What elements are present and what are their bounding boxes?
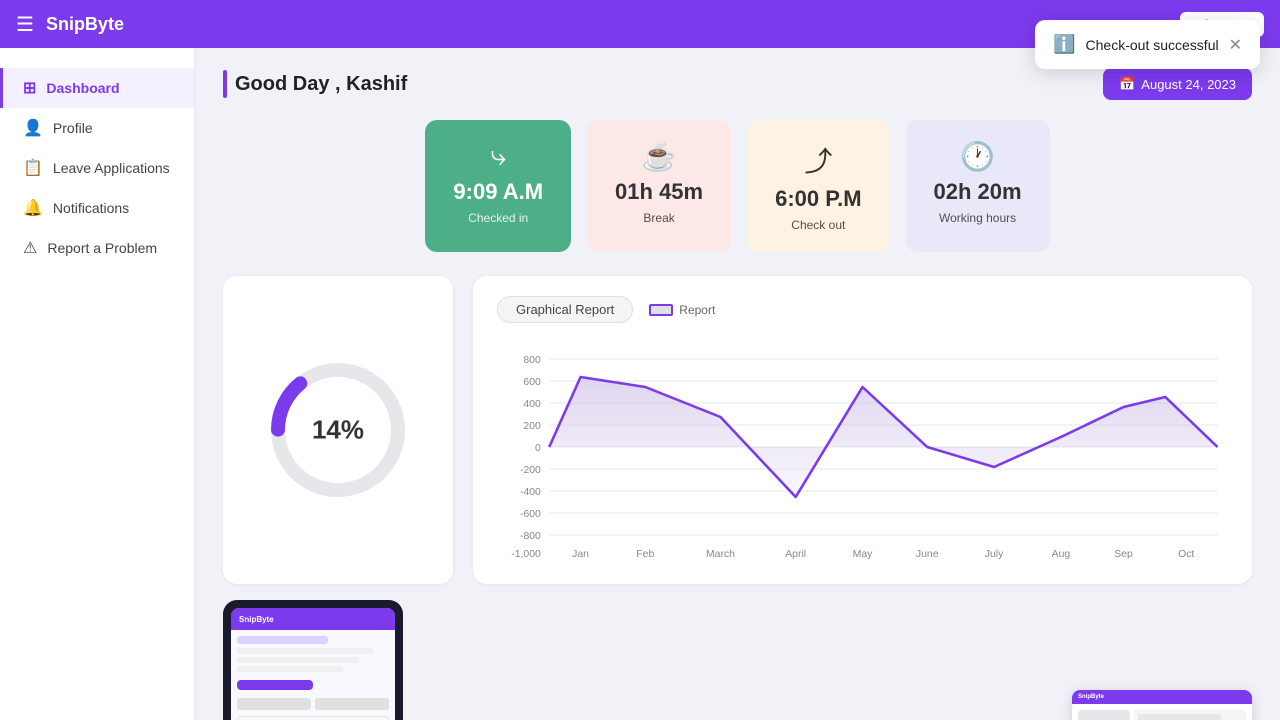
tablet-content xyxy=(231,630,395,720)
svg-text:April: April xyxy=(785,549,806,559)
sidebar-item-label: Leave Applications xyxy=(53,160,170,176)
svg-text:June: June xyxy=(916,549,939,559)
main-layout: ⊞ Dashboard 👤 Profile 📋 Leave Applicatio… xyxy=(0,48,1280,720)
tablet-preview: SnipByte xyxy=(223,600,403,720)
checkout-label: Check out xyxy=(791,218,845,232)
sidebar-item-label: Profile xyxy=(53,120,93,136)
checkin-label: Checked in xyxy=(468,211,528,225)
donut-chart: 14% xyxy=(258,350,418,510)
svg-text:Feb: Feb xyxy=(636,549,654,559)
graph-legend: Report xyxy=(649,303,715,317)
calendar-icon: 📅 xyxy=(1119,76,1135,92)
date-button[interactable]: 📅 August 24, 2023 xyxy=(1103,68,1252,100)
svg-text:-600: -600 xyxy=(520,509,541,520)
stat-card-checkin: ⤷ 9:09 A.M Checked in xyxy=(425,120,571,252)
svg-text:May: May xyxy=(853,549,874,559)
sidebar-item-report-problem[interactable]: ⚠ Report a Problem xyxy=(0,228,194,268)
svg-text:-800: -800 xyxy=(520,531,541,542)
checkout-icon: ⤴ xyxy=(804,140,832,180)
working-hours-value: 02h 20m xyxy=(934,179,1022,205)
leave-icon: 📋 xyxy=(23,158,43,178)
notifications-icon: 🔔 xyxy=(23,198,43,218)
sidebar-item-label: Dashboard xyxy=(46,80,119,96)
svg-text:Jan: Jan xyxy=(572,549,589,559)
screenshot-body xyxy=(1072,704,1252,720)
screenshot-topbar: SnipByte xyxy=(1072,690,1252,704)
tablet-app-title: SnipByte xyxy=(239,615,274,624)
checkin-icon: ⤷ xyxy=(490,140,506,173)
profile-icon: 👤 xyxy=(23,118,43,138)
legend-box xyxy=(649,304,673,316)
stat-card-working-hours: 🕐 02h 20m Working hours xyxy=(906,120,1050,252)
sidebar-item-profile[interactable]: 👤 Profile xyxy=(0,108,194,148)
line-chart: 800 600 400 200 0 -200 -400 -600 -800 -1… xyxy=(497,339,1228,559)
svg-text:Aug: Aug xyxy=(1052,549,1071,559)
donut-card: 14% xyxy=(223,276,453,584)
main-content: Good Day , Kashif 📅 August 24, 2023 ⤷ 9:… xyxy=(195,48,1280,720)
svg-text:-400: -400 xyxy=(520,487,541,498)
sidebar-item-leave-applications[interactable]: 📋 Leave Applications xyxy=(0,148,194,188)
working-hours-label: Working hours xyxy=(939,211,1016,225)
notification-text: Check-out successful xyxy=(1086,37,1219,53)
greeting-text: Good Day , Kashif xyxy=(235,73,407,96)
svg-text:200: 200 xyxy=(523,421,541,432)
svg-text:0: 0 xyxy=(535,443,541,454)
tablet-topbar: SnipByte xyxy=(231,608,395,630)
app-screenshot-right: SnipByte xyxy=(1072,690,1252,720)
graph-title-row: Graphical Report Report xyxy=(497,296,1228,323)
svg-text:400: 400 xyxy=(523,399,541,410)
greeting: Good Day , Kashif xyxy=(223,70,407,98)
deco-section: SnipByte xyxy=(223,600,1252,720)
svg-text:-1,000: -1,000 xyxy=(511,549,541,559)
screenshot-inner: SnipByte xyxy=(1072,690,1252,720)
svg-text:600: 600 xyxy=(523,377,541,388)
break-value: 01h 45m xyxy=(615,179,703,205)
checkout-value: 6:00 P.M xyxy=(775,186,861,212)
clock-icon: 🕐 xyxy=(960,140,995,173)
sidebar-item-notifications[interactable]: 🔔 Notifications xyxy=(0,188,194,228)
tablet-inner: SnipByte xyxy=(231,608,395,720)
bottom-section: 14% Graphical Report Report xyxy=(223,276,1252,584)
info-icon: ℹ️ xyxy=(1053,34,1075,55)
stat-card-checkout: ⤴ 6:00 P.M Check out xyxy=(747,120,889,252)
topnav-left: ☰ SnipByte xyxy=(16,12,124,37)
break-label: Break xyxy=(643,211,674,225)
svg-text:Sep: Sep xyxy=(1114,549,1133,559)
dashboard-icon: ⊞ xyxy=(23,78,36,98)
graphical-report-button[interactable]: Graphical Report xyxy=(497,296,633,323)
notification-popup: ℹ️ Check-out successful ✕ xyxy=(1035,20,1260,69)
svg-text:800: 800 xyxy=(523,355,541,366)
graph-card: Graphical Report Report xyxy=(473,276,1252,584)
svg-text:July: July xyxy=(985,549,1004,559)
report-icon: ⚠ xyxy=(23,238,37,258)
svg-text:March: March xyxy=(706,549,735,559)
donut-percentage: 14% xyxy=(312,415,364,446)
legend-label: Report xyxy=(679,303,715,317)
stat-cards: ⤷ 9:09 A.M Checked in ☕ 01h 45m Break ⤴ … xyxy=(223,120,1252,252)
date-label: August 24, 2023 xyxy=(1141,77,1236,92)
app-title: SnipByte xyxy=(46,14,124,35)
greeting-row: Good Day , Kashif 📅 August 24, 2023 xyxy=(223,68,1252,100)
checkin-value: 9:09 A.M xyxy=(453,179,543,205)
hamburger-menu-icon[interactable]: ☰ xyxy=(16,12,34,37)
sidebar: ⊞ Dashboard 👤 Profile 📋 Leave Applicatio… xyxy=(0,48,195,720)
stat-card-break: ☕ 01h 45m Break xyxy=(587,120,731,252)
sidebar-item-label: Notifications xyxy=(53,200,129,216)
screenshot-title: SnipByte xyxy=(1078,694,1104,700)
close-icon[interactable]: ✕ xyxy=(1229,35,1242,55)
sidebar-item-dashboard[interactable]: ⊞ Dashboard xyxy=(0,68,194,108)
greeting-bar xyxy=(223,70,227,98)
break-icon: ☕ xyxy=(642,140,677,173)
svg-text:-200: -200 xyxy=(520,465,541,476)
sidebar-item-label: Report a Problem xyxy=(47,240,157,256)
svg-text:Oct: Oct xyxy=(1178,549,1194,559)
